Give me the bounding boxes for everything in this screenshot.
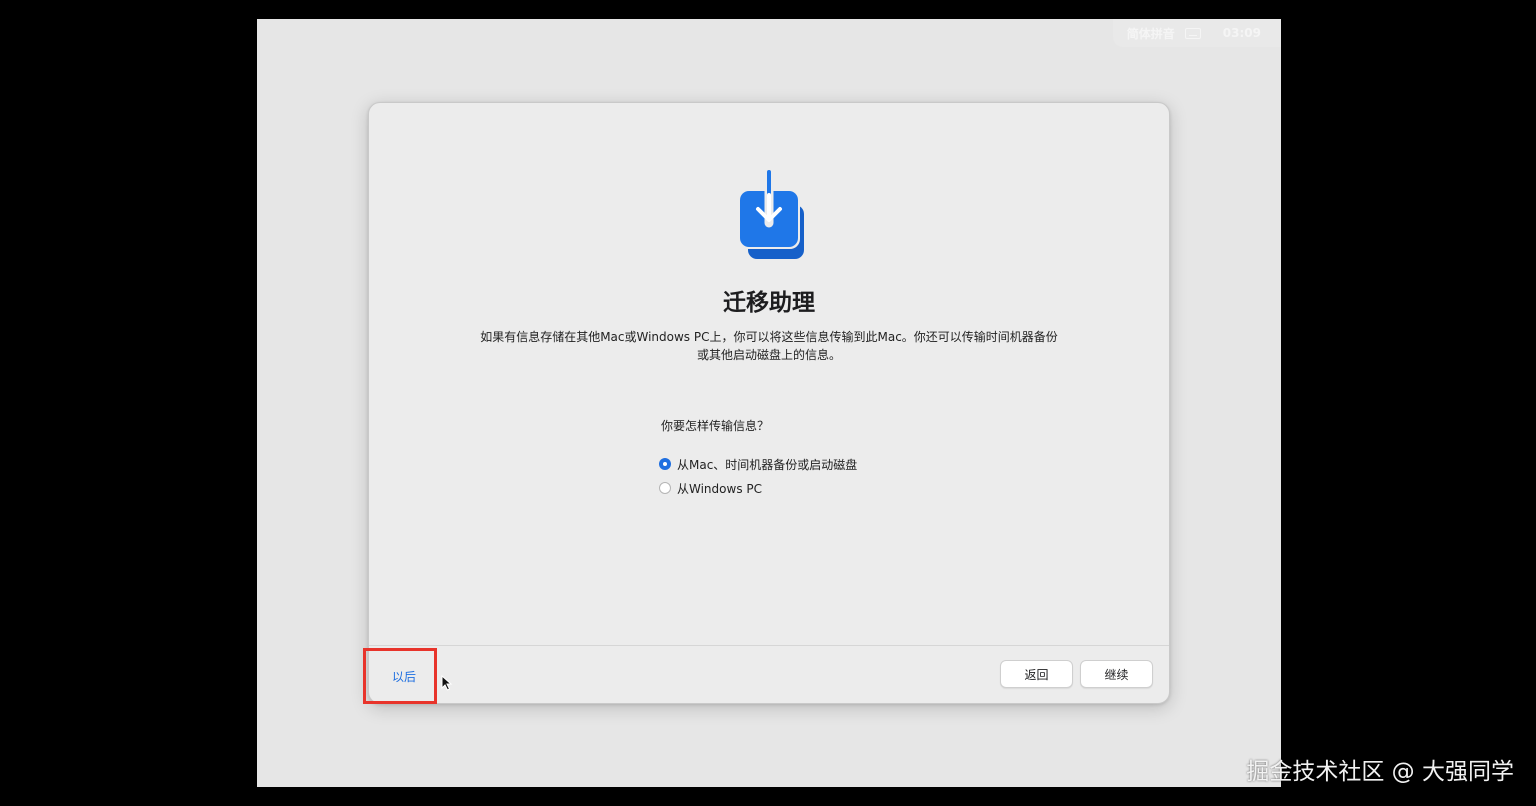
option-from-windows-label: 从Windows PC [677,481,762,496]
option-from-windows[interactable]: 从Windows PC [659,476,857,500]
radio-from-mac[interactable] [659,458,671,470]
watermark-text: 掘金技术社区 @ 大强同学 [1246,759,1514,785]
footer-divider [369,645,1169,646]
migration-assistant-dialog: 迁移助理 如果有信息存储在其他Mac或Windows PC上，你可以将这些信息传… [368,102,1170,704]
transfer-question: 你要怎样传输信息？ [661,419,770,433]
clock-time: 03:09 [1222,26,1261,40]
dialog-description: 如果有信息存储在其他Mac或Windows PC上，你可以将这些信息传输到此Ma… [480,330,1058,362]
option-from-mac[interactable]: 从Mac、时间机器备份或启动磁盘 [659,452,857,476]
radio-from-windows[interactable] [659,482,671,494]
transfer-options: 从Mac、时间机器备份或启动磁盘 从Windows PC [659,452,857,500]
continue-button[interactable]: 继续 [1080,660,1153,688]
mouse-cursor-icon [441,675,453,691]
migration-download-icon [738,169,804,259]
input-method-label[interactable]: 简体拼音 [1127,25,1175,42]
setup-screen: 简体拼音 03:09 迁移助理 如果有信息存储在其他Mac或Windows PC… [257,19,1281,787]
later-button[interactable]: 以后 [369,649,439,703]
back-button[interactable]: 返回 [1000,660,1073,688]
dialog-title: 迁移助理 [723,290,815,316]
option-from-mac-label: 从Mac、时间机器备份或启动磁盘 [677,457,858,472]
keyboard-icon[interactable] [1184,27,1201,39]
status-bar: 简体拼音 03:09 [1112,19,1281,47]
